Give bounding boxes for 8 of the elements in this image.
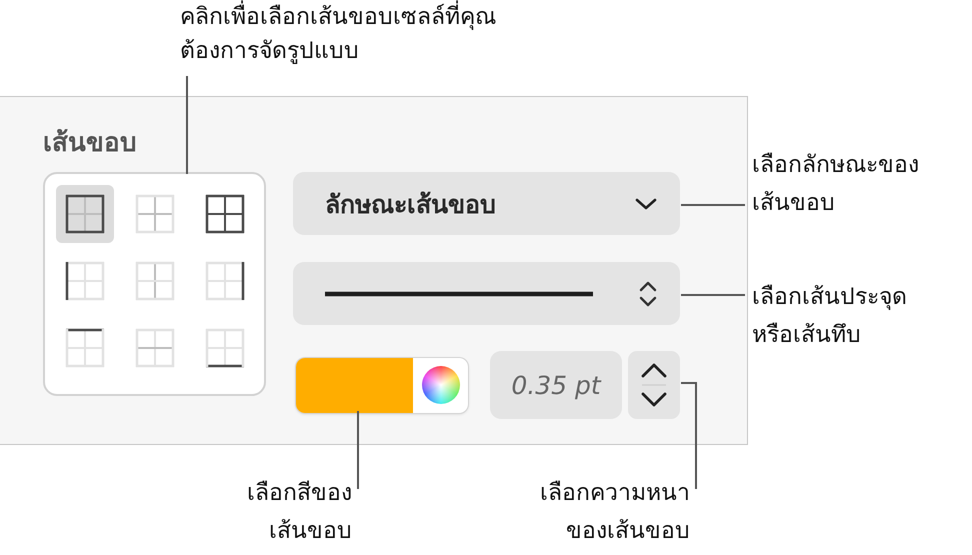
callout-text: เลือกความหนา ของเส้นขอบ — [540, 479, 690, 546]
callout-text: คลิกเพื่อเลือกเส้นขอบเซลล์ที่คุณ ต้องการจัดรูปแบบ — [180, 0, 496, 68]
callout-text: เลือกสีของ เส้นขอบ — [247, 479, 352, 546]
callout-text: เลือกเส้นประจุด หรือเส้นทึบ — [752, 283, 907, 350]
panel-title: เส้นขอบ — [43, 127, 138, 160]
thickness-field[interactable]: 0.35 pt — [490, 351, 622, 419]
callout-text: เลือกลักษณะของ เส้นขอบ — [752, 151, 919, 218]
border-style-dropdown[interactable]: ลักษณะเส้นขอบ — [293, 172, 680, 235]
